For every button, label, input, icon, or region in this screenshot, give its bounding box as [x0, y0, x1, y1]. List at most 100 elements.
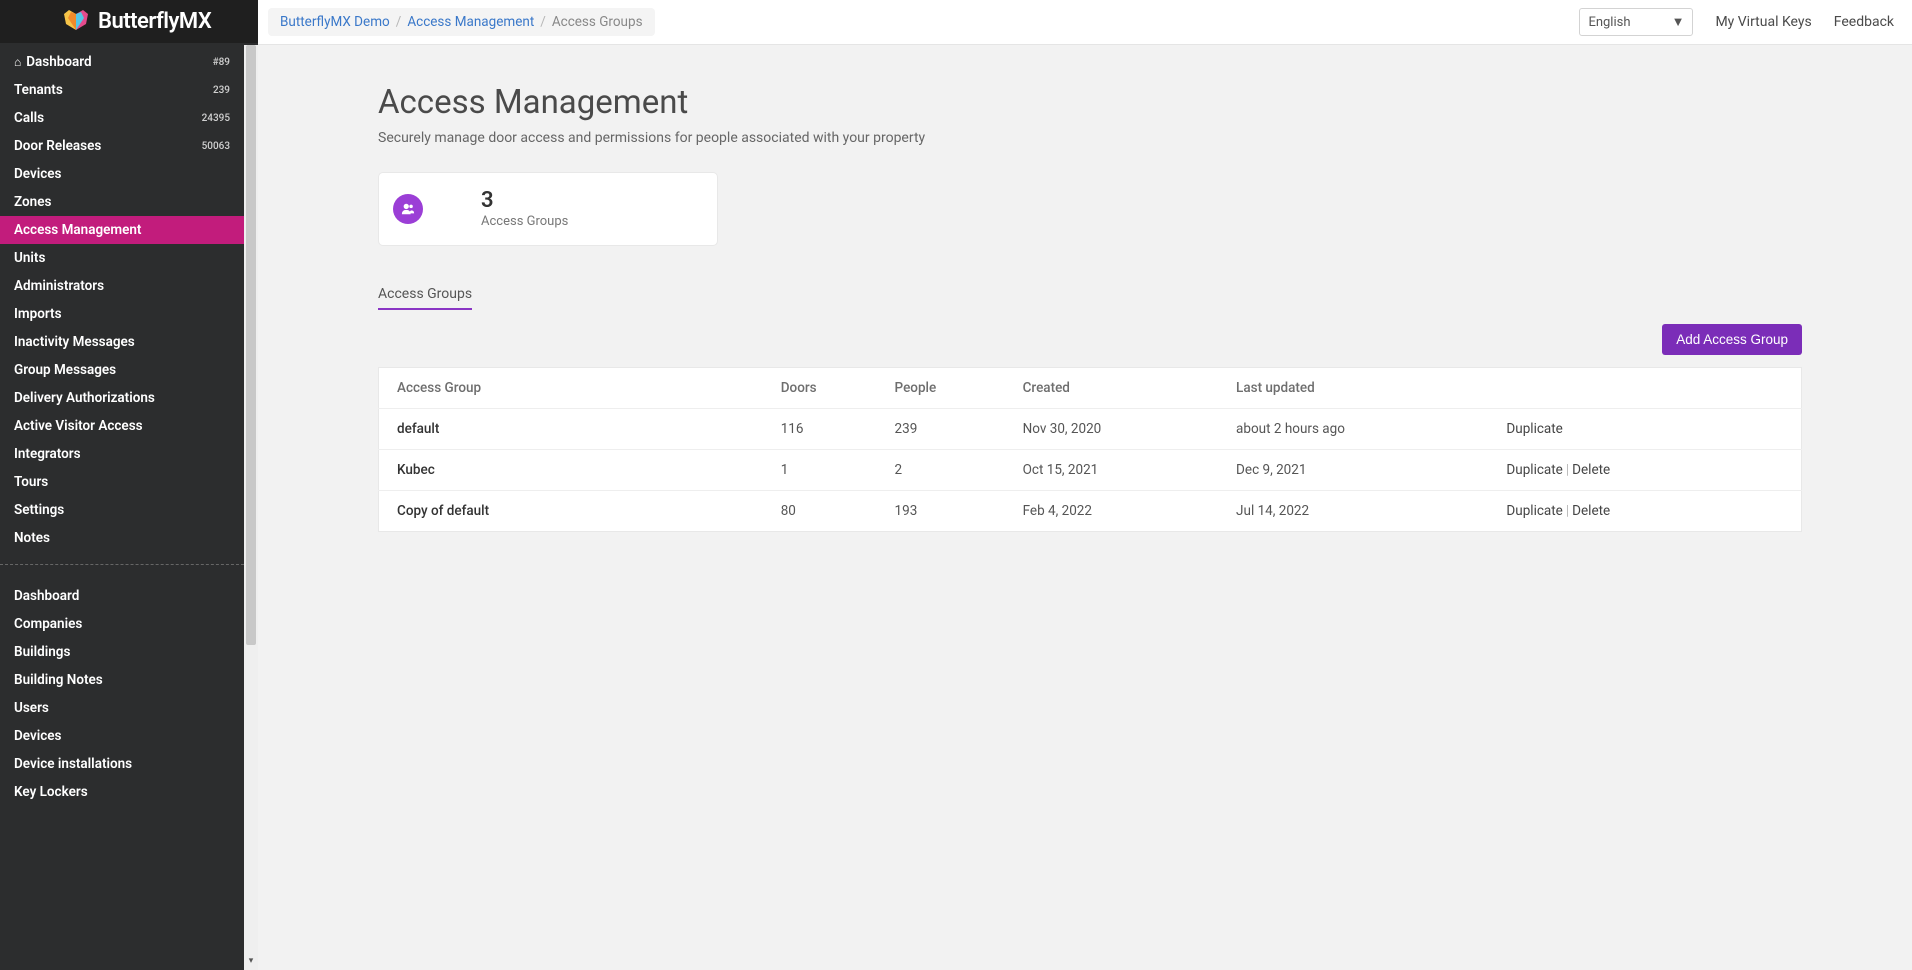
sidebar-item-label: Tenants: [14, 82, 63, 98]
page-subtitle: Securely manage door access and permissi…: [378, 130, 1802, 146]
sidebar-item-devices[interactable]: Devices: [0, 722, 244, 750]
chevron-down-icon: ▼: [1672, 14, 1685, 30]
stat-label: Access Groups: [481, 214, 568, 229]
sidebar-item-access-management[interactable]: Access Management: [0, 216, 244, 244]
cell-updated: about 2 hours ago: [1218, 409, 1488, 450]
topbar-right: English ▼ My Virtual Keys Feedback: [1579, 8, 1894, 36]
sidebar-item-label: Key Lockers: [14, 784, 88, 800]
sidebar-item-label: Devices: [14, 728, 62, 744]
feedback-link[interactable]: Feedback: [1834, 14, 1894, 30]
content: Access Management Securely manage door a…: [258, 45, 1912, 532]
cell-doors: 116: [763, 409, 877, 450]
sidebar-item-label: Active Visitor Access: [14, 418, 143, 434]
breadcrumb: ButterflyMX Demo / Access Management / A…: [268, 8, 655, 36]
sidebar-item-dashboard[interactable]: ⌂ Dashboard #89: [0, 48, 244, 76]
sidebar-item-label: Companies: [14, 616, 82, 632]
sidebar-scroll[interactable]: ⌂ Dashboard #89 Tenants 239 Calls24395Door Re…: [0, 43, 244, 970]
cell-name: Copy of default: [379, 491, 763, 532]
delete-action[interactable]: Delete: [1572, 462, 1610, 478]
brand-name: ButterflyMX: [98, 9, 211, 34]
sidebar-item-zones[interactable]: Zones: [0, 188, 244, 216]
sidebar-item-tenants[interactable]: Tenants 239: [0, 76, 244, 104]
col-doors[interactable]: Doors: [763, 368, 877, 409]
col-people[interactable]: People: [877, 368, 1005, 409]
sidebar-item-key-lockers[interactable]: Key Lockers: [0, 778, 244, 806]
sidebar-badge: #89: [213, 57, 230, 68]
table-row[interactable]: default116239Nov 30, 2020about 2 hours a…: [379, 409, 1802, 450]
sidebar-item-administrators[interactable]: Administrators: [0, 272, 244, 300]
cell-people: 2: [877, 450, 1005, 491]
butterfly-logo-icon: [62, 8, 90, 36]
duplicate-action[interactable]: Duplicate: [1506, 503, 1562, 519]
logo-bar: ButterflyMX: [0, 0, 258, 43]
sidebar-item-door-releases[interactable]: Door Releases50063: [0, 132, 244, 160]
breadcrumb-demo[interactable]: ButterflyMX Demo: [280, 14, 390, 30]
sidebar-item-companies[interactable]: Companies: [0, 610, 244, 638]
sidebar-scrollbar[interactable]: ▾: [244, 45, 258, 970]
home-icon: ⌂: [14, 56, 21, 68]
col-last-updated[interactable]: Last updated: [1218, 368, 1488, 409]
breadcrumb-access-management[interactable]: Access Management: [407, 14, 534, 30]
scrollbar-thumb[interactable]: [246, 45, 256, 645]
delete-action[interactable]: Delete: [1572, 503, 1610, 519]
sidebar-item-tours[interactable]: Tours: [0, 468, 244, 496]
sidebar-item-settings[interactable]: Settings: [0, 496, 244, 524]
duplicate-action[interactable]: Duplicate: [1506, 421, 1562, 437]
sidebar-badge: 24395: [202, 113, 230, 124]
cell-created: Oct 15, 2021: [1005, 450, 1218, 491]
language-selected: English: [1588, 15, 1630, 30]
sidebar-item-units[interactable]: Units: [0, 244, 244, 272]
sidebar-item-inactivity-messages[interactable]: Inactivity Messages: [0, 328, 244, 356]
sidebar-badge: 50063: [202, 141, 230, 152]
toolbar: Add Access Group: [378, 324, 1802, 355]
sidebar-item-group-messages[interactable]: Group Messages: [0, 356, 244, 384]
cell-people: 193: [877, 491, 1005, 532]
sidebar-item-label: Dashboard: [26, 54, 91, 70]
nav-divider: [0, 564, 244, 565]
sidebar-item-label: Notes: [14, 530, 50, 546]
sidebar-item-label: Building Notes: [14, 672, 103, 688]
cell-people: 239: [877, 409, 1005, 450]
duplicate-action[interactable]: Duplicate: [1506, 462, 1562, 478]
sidebar-item-label: Units: [14, 250, 45, 266]
sidebar-item-building-notes[interactable]: Building Notes: [0, 666, 244, 694]
sidebar-item-integrators[interactable]: Integrators: [0, 440, 244, 468]
table-row[interactable]: Copy of default80193Feb 4, 2022Jul 14, 2…: [379, 491, 1802, 532]
sidebar-item-dashboard[interactable]: Dashboard: [0, 582, 244, 610]
stat-value: 3: [481, 189, 568, 213]
col-actions: [1488, 368, 1801, 409]
sidebar-item-imports[interactable]: Imports: [0, 300, 244, 328]
table-row[interactable]: Kubec12Oct 15, 2021Dec 9, 2021Duplicate|…: [379, 450, 1802, 491]
cell-created: Feb 4, 2022: [1005, 491, 1218, 532]
sidebar-item-label: Devices: [14, 166, 62, 182]
cell-name: Kubec: [379, 450, 763, 491]
action-separator: |: [1566, 462, 1569, 478]
sidebar-item-label: Device installations: [14, 756, 132, 772]
col-created[interactable]: Created: [1005, 368, 1218, 409]
my-virtual-keys-link[interactable]: My Virtual Keys: [1715, 14, 1811, 30]
sidebar-item-label: Tours: [14, 474, 48, 490]
sidebar-item-devices[interactable]: Devices: [0, 160, 244, 188]
language-select[interactable]: English ▼: [1579, 8, 1693, 36]
cell-updated: Dec 9, 2021: [1218, 450, 1488, 491]
sidebar-item-calls[interactable]: Calls24395: [0, 104, 244, 132]
access-groups-table: Access Group Doors People Created Last u…: [378, 367, 1802, 532]
sidebar-item-active-visitor-access[interactable]: Active Visitor Access: [0, 412, 244, 440]
col-access-group[interactable]: Access Group: [379, 368, 763, 409]
sidebar-item-label: Delivery Authorizations: [14, 390, 155, 406]
add-access-group-button[interactable]: Add Access Group: [1662, 324, 1802, 355]
scrollbar-down-arrow[interactable]: ▾: [244, 956, 258, 970]
sidebar-badge: 239: [213, 85, 230, 96]
sidebar-item-users[interactable]: Users: [0, 694, 244, 722]
sidebar-item-device-installations[interactable]: Device installations: [0, 750, 244, 778]
sidebar-item-notes[interactable]: Notes: [0, 524, 244, 552]
sidebar-item-label: Group Messages: [14, 362, 116, 378]
sidebar: ButterflyMX ⌂ Dashboard #89 Tenants 239 Calls…: [0, 0, 258, 970]
sidebar-item-buildings[interactable]: Buildings: [0, 638, 244, 666]
breadcrumb-current: Access Groups: [552, 14, 643, 30]
sidebar-item-label: Integrators: [14, 446, 81, 462]
topbar: ButterflyMX Demo / Access Management / A…: [258, 0, 1912, 45]
sidebar-item-delivery-authorizations[interactable]: Delivery Authorizations: [0, 384, 244, 412]
sidebar-item-label: Users: [14, 700, 49, 716]
tab-access-groups[interactable]: Access Groups: [378, 286, 472, 310]
